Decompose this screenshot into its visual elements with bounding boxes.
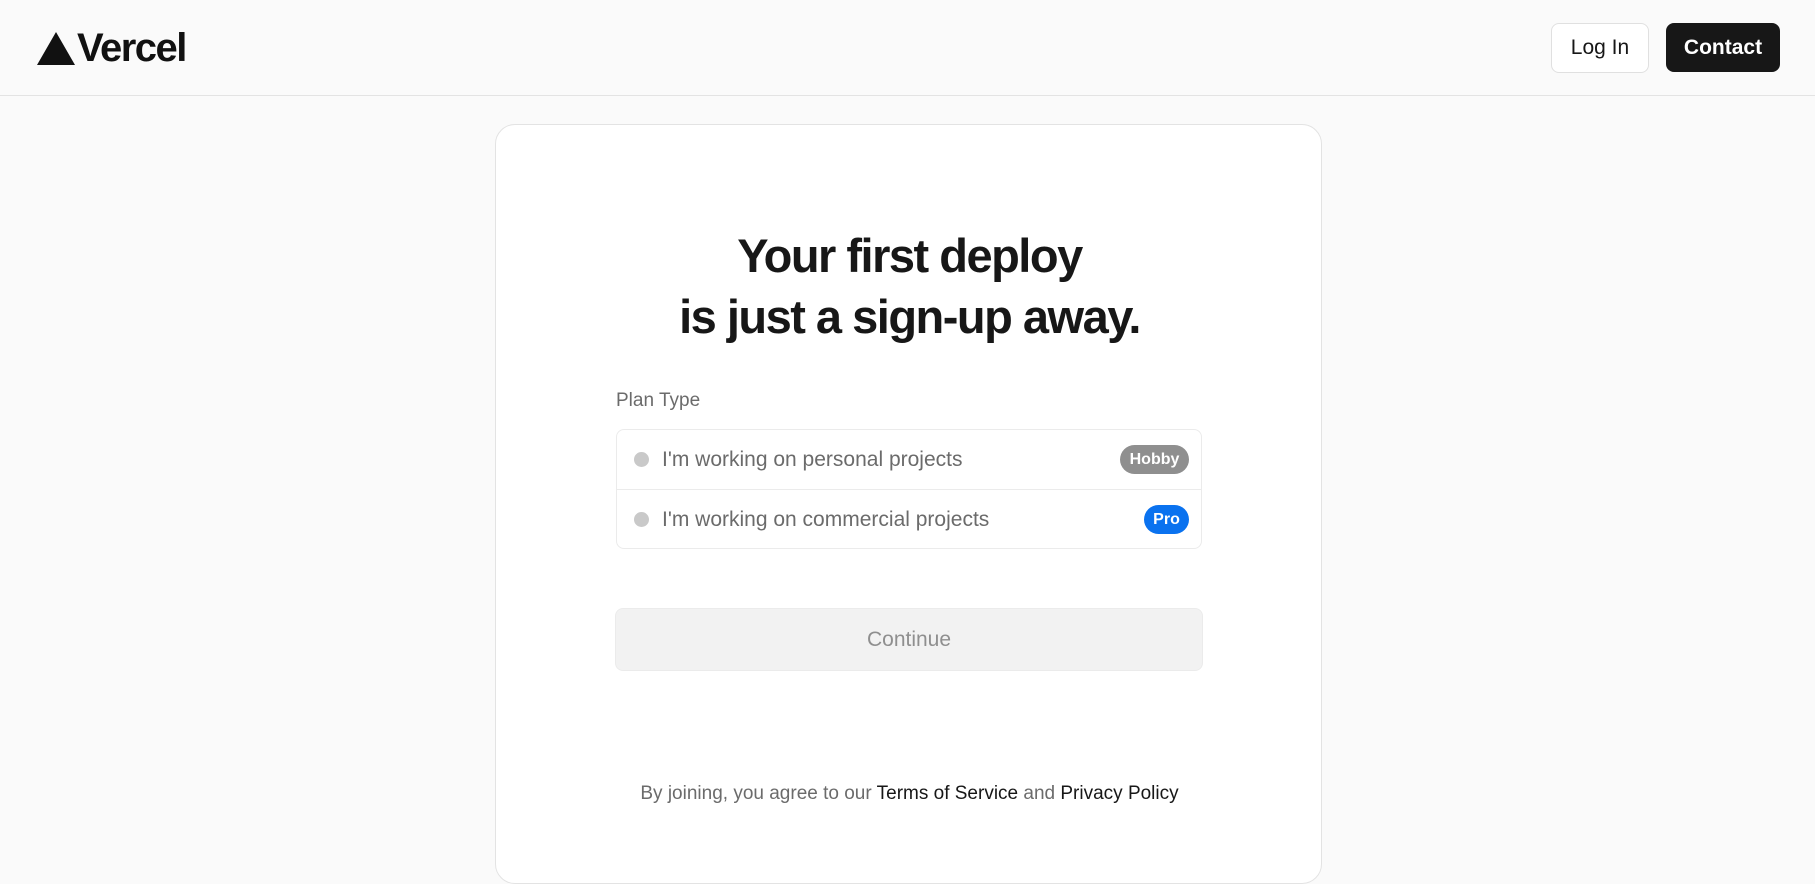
- headline-line-1: Your first deploy: [737, 229, 1083, 282]
- page-title: Your first deploy is just a sign-up away…: [496, 225, 1323, 347]
- brand-name: Vercel: [77, 26, 187, 70]
- terms-of-service-link[interactable]: Terms of Service: [877, 783, 1018, 804]
- plan-option-pro[interactable]: I'm working on commercial projects Pro: [617, 490, 1201, 549]
- continue-button[interactable]: Continue: [615, 608, 1203, 671]
- log-in-button[interactable]: Log In: [1551, 23, 1649, 73]
- plan-option-hobby[interactable]: I'm working on personal projects Hobby: [617, 430, 1201, 490]
- signup-card: Your first deploy is just a sign-up away…: [495, 124, 1322, 884]
- plan-option-label: I'm working on commercial projects: [662, 507, 990, 531]
- contact-button[interactable]: Contact: [1666, 23, 1780, 72]
- privacy-policy-link[interactable]: Privacy Policy: [1060, 783, 1178, 804]
- terms-prefix-text: By joining, you agree to our: [640, 783, 872, 804]
- top-nav-bar: Vercel Log In Contact: [0, 0, 1815, 96]
- terms-and-text: and: [1023, 783, 1056, 804]
- terms-notice: By joining, you agree to our Terms of Se…: [496, 783, 1323, 805]
- plan-option-label: I'm working on personal projects: [662, 447, 963, 471]
- radio-circle-icon[interactable]: [634, 452, 649, 467]
- vercel-triangle-icon: [37, 31, 75, 65]
- radio-circle-icon[interactable]: [634, 512, 649, 527]
- pro-badge: Pro: [1144, 505, 1189, 534]
- vercel-logo[interactable]: Vercel: [37, 26, 187, 70]
- plan-type-label: Plan Type: [616, 390, 701, 411]
- plan-type-radio-group: I'm working on personal projects Hobby I…: [616, 429, 1202, 549]
- hobby-badge: Hobby: [1120, 445, 1189, 474]
- headline-line-2: is just a sign-up away.: [679, 290, 1141, 343]
